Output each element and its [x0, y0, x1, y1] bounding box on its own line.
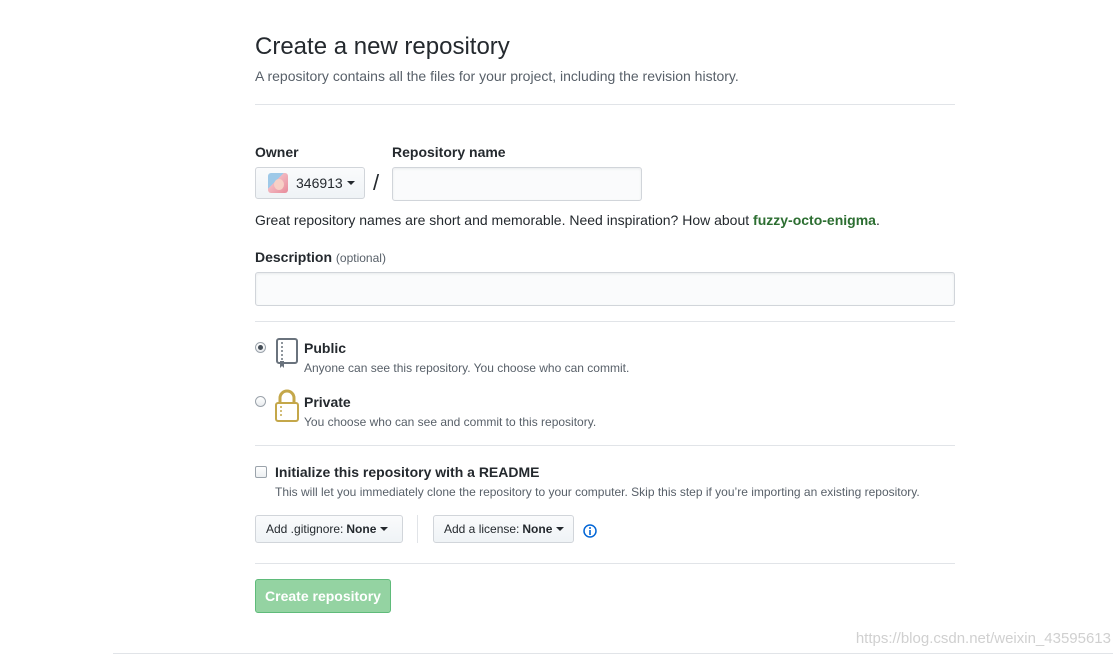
owner-repo-separator: / [373, 170, 380, 195]
license-value: None [522, 522, 553, 536]
name-hint: Great repository names are short and mem… [255, 212, 880, 228]
chevron-down-icon [346, 181, 355, 185]
private-description: You choose who can see and commit to thi… [304, 415, 597, 429]
owner-name: 346913 [296, 175, 343, 191]
owner-dropdown-button[interactable]: 346913 [255, 167, 365, 199]
divider [417, 515, 418, 543]
suggested-name-link[interactable]: fuzzy-octo-enigma [753, 212, 876, 228]
lock-icon [274, 389, 300, 428]
hint-text: Great repository names are short and mem… [255, 212, 754, 228]
readme-description: This will let you immediately clone the … [275, 485, 920, 499]
description-label: Description (optional) [255, 249, 386, 265]
page-title: Create a new repository [255, 33, 510, 60]
avatar [268, 173, 288, 193]
footer-divider [113, 653, 1113, 654]
gitignore-label: Add .gitignore: [266, 522, 344, 536]
repo-book-icon [274, 337, 300, 374]
divider [255, 321, 955, 322]
license-label: Add a license: [444, 522, 520, 536]
chevron-down-icon [556, 527, 565, 531]
readme-checkbox[interactable] [255, 466, 267, 478]
hint-end: . [875, 212, 880, 228]
gitignore-dropdown-button[interactable]: Add .gitignore: None [255, 515, 403, 543]
gitignore-value: None [346, 522, 377, 536]
owner-label: Owner [255, 144, 299, 160]
divider [255, 563, 955, 564]
license-dropdown-button[interactable]: Add a license: None [433, 515, 574, 543]
repository-name-label: Repository name [392, 144, 506, 160]
public-description: Anyone can see this repository. You choo… [304, 361, 630, 375]
create-repository-button[interactable]: Create repository [255, 579, 391, 613]
repository-name-input[interactable] [392, 167, 642, 201]
private-title: Private [304, 394, 351, 410]
divider [255, 445, 955, 446]
watermark: https://blog.csdn.net/weixin_43595613 [855, 630, 1111, 647]
info-icon[interactable] [583, 524, 597, 538]
private-radio[interactable] [255, 396, 266, 407]
chevron-down-icon [380, 527, 389, 531]
page-subtitle: A repository contains all the files for … [255, 68, 739, 84]
public-title: Public [304, 340, 347, 356]
divider [255, 104, 955, 105]
description-input[interactable] [255, 272, 955, 306]
readme-title: Initialize this repository with a README [275, 464, 540, 480]
public-radio[interactable] [255, 342, 266, 353]
optional-note: (optional) [335, 251, 386, 265]
description-label-text: Description [255, 249, 333, 265]
